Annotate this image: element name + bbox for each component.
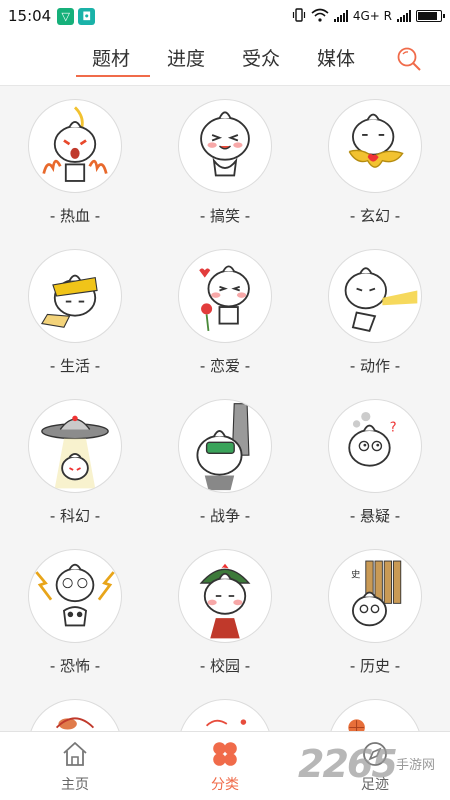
campus-illustration (199, 563, 251, 639)
svg-text:?: ? (390, 420, 397, 435)
genre-item[interactable]: - 热血 - (0, 87, 150, 237)
fire-illustration (42, 106, 108, 182)
genre-item[interactable]: - 科幻 - (0, 387, 150, 537)
genre-item[interactable]: - 玄幻 - (300, 87, 450, 237)
genre-item[interactable]: - 校园 - (150, 537, 300, 687)
fantasy-illustration (348, 113, 404, 168)
genre-thumbnail[interactable] (28, 249, 122, 343)
category-tabs: 题材 进度 受众 媒体 (0, 32, 450, 86)
search-button[interactable] (396, 46, 422, 72)
genre-item[interactable]: - 动作 - (300, 237, 450, 387)
tab-progress[interactable]: 进度 (167, 44, 205, 71)
ufo-illustration (41, 415, 109, 489)
genre-item[interactable]: - 搞笑 - (150, 87, 300, 237)
four-petal-icon (213, 742, 237, 766)
horror-illustration (35, 563, 115, 627)
active-tab-indicator (76, 75, 150, 77)
status-indicators: 4G+ R (292, 7, 445, 25)
genre-thumbnail[interactable] (28, 399, 122, 493)
genre-thumbnail[interactable] (178, 249, 272, 343)
compass-icon (363, 742, 387, 766)
genre-label: - 热血 - (49, 207, 101, 225)
vibrate-icon (292, 7, 306, 25)
signal-icon-2 (397, 10, 411, 22)
mystery-illustration: ? (348, 411, 397, 467)
status-bar: 15:04 ▽ ◘ 4G+ R (0, 0, 450, 32)
battery-icon (416, 10, 445, 22)
genre-thumbnail[interactable] (178, 99, 272, 193)
genre-label: - 搞笑 - (199, 207, 251, 225)
genre-item-partial[interactable] (0, 687, 150, 731)
genre-thumbnail[interactable]: ? (328, 399, 422, 493)
genre-label: - 玄幻 - (349, 207, 401, 225)
genre-thumbnail[interactable] (328, 699, 422, 731)
genre-label: - 恋爱 - (199, 357, 251, 375)
genre-thumbnail[interactable] (28, 699, 122, 731)
screen-capture-icon: ◘ (78, 7, 96, 25)
genre-item[interactable]: - 战争 - (150, 387, 300, 537)
genre-label: - 校园 - (199, 657, 251, 675)
shield-icon: ▽ (57, 7, 75, 25)
tab-audience[interactable]: 受众 (242, 44, 280, 71)
status-time: 15:04 (8, 7, 52, 25)
genre-item[interactable]: 史 - 历史 - (300, 537, 450, 687)
genre-item-partial[interactable] (150, 687, 300, 731)
genre-grid: - 热血 - - 搞笑 - - 玄幻 - - 生活 - - 恋爱 - - 动作 … (0, 87, 450, 731)
genre-label: - 科幻 - (49, 507, 101, 525)
nav-footprint-label: 足迹 (361, 777, 389, 793)
search-icon (397, 47, 421, 71)
genre-label: - 悬疑 - (349, 507, 401, 525)
nav-home-label: 主页 (61, 777, 89, 793)
laugh-illustration (200, 111, 250, 177)
genre-label: - 恐怖 - (49, 657, 101, 675)
nav-category[interactable]: 分类 (150, 732, 300, 800)
home-icon (63, 742, 87, 766)
genre-thumbnail[interactable]: 史 (328, 549, 422, 643)
signal-icon (333, 10, 348, 22)
bottom-navigation: 主页 分类 足迹 (0, 731, 450, 800)
genre-item[interactable]: ? - 悬疑 - (300, 387, 450, 537)
life-illustration (40, 274, 98, 328)
genre-item[interactable]: - 恐怖 - (0, 537, 150, 687)
genre-item-partial[interactable] (300, 687, 450, 731)
nav-home[interactable]: 主页 (0, 732, 150, 800)
genre-item[interactable]: - 恋爱 - (150, 237, 300, 387)
action-illustration (344, 267, 418, 333)
network-type: 4G+ R (352, 9, 392, 23)
nav-category-label: 分类 (211, 777, 239, 793)
genre-label: - 历史 - (349, 657, 401, 675)
war-illustration (196, 403, 250, 491)
genre-thumbnail[interactable] (28, 549, 122, 643)
nav-footprint[interactable]: 足迹 (300, 732, 450, 800)
genre-thumbnail[interactable] (28, 99, 122, 193)
history-illustration: 史 (351, 560, 402, 627)
genre-label: - 动作 - (349, 357, 401, 375)
genre-thumbnail[interactable] (328, 99, 422, 193)
genre-label: - 战争 - (199, 507, 251, 525)
genre-thumbnail[interactable] (178, 399, 272, 493)
genre-thumbnail[interactable] (178, 699, 272, 731)
genre-thumbnail[interactable] (178, 549, 272, 643)
wifi-icon (311, 8, 329, 25)
svg-text:史: 史 (351, 569, 360, 581)
genre-thumbnail[interactable] (328, 249, 422, 343)
tab-media[interactable]: 媒体 (317, 44, 355, 71)
genre-label: - 生活 - (49, 357, 101, 375)
tab-theme[interactable]: 题材 (92, 44, 130, 71)
genre-item[interactable]: - 生活 - (0, 237, 150, 387)
love-illustration (199, 265, 250, 332)
